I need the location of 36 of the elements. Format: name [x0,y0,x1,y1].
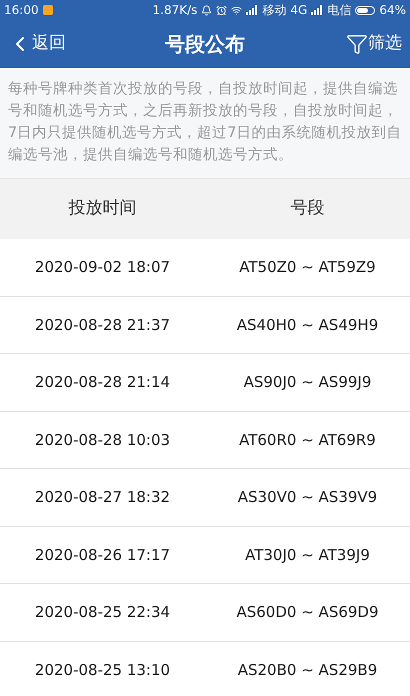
table-cell-text: AT60R0 ~ AT69R9 [238,430,377,450]
table-cell-text: 2020-08-28 21:37 [34,314,172,336]
carrier-name: 移动 [262,2,286,19]
table-cell-text: AT30J0 ~ AT39J9 [244,544,371,566]
table-cell-text: 2020-08-28 10:03 [34,430,172,450]
table-cell-text: AS40H0 ~ AS49H9 [236,314,380,336]
battery-icon [355,6,376,14]
table-cell-text: 2020-08-27 18:32 [34,487,172,508]
back-button[interactable]: 返回 [8,31,98,57]
bell-icon [201,4,212,16]
filter-button[interactable]: 筛选 [312,31,402,57]
table-cell-text: AS30V0 ~ AS39V9 [236,487,378,508]
network-type: 4G [290,2,308,19]
table-cell-text: 2020-08-26 17:17 [34,544,172,566]
filter-icon [346,33,368,55]
table-cell-text: 2020-09-02 18:07 [34,257,172,278]
signal-icon [311,5,324,15]
table-cell-text: AS90J0 ~ AS99J9 [242,372,372,393]
carrier-name: 电信 [327,2,352,19]
table-cell-text: AS20B0 ~ AS29B9 [236,660,378,680]
table-cell-text: 2020-08-25 13:10 [34,660,172,680]
table-cell-text: AS60D0 ~ AS69D9 [235,602,380,623]
notice-text: 每种号牌种类首次投放的号段，自投放时间起，提供自编选号和随机选号方式，之后再新投放的号段，自投放时间起，7日内只提供随机选号方式，超过7日的由系统随机投放到自编选号池，提供自编选号和随机选号方式。 [8,80,402,165]
page-title: 号段公布 [164,31,246,58]
column-header: 投放时间 [68,197,138,220]
app-notification-icon [42,5,53,15]
signal-icon [246,5,258,15]
table-cell-text: AT50Z0 ~ AT59Z9 [238,257,377,278]
alarm-icon [216,4,228,16]
table-cell-text: 2020-08-25 22:34 [34,602,172,623]
wifi-icon [231,4,242,16]
network-speed: 1.87K/s [152,2,198,19]
status-time: 16:00 [4,2,39,19]
battery-level: 64% [379,2,406,19]
table-cell-text: 2020-08-28 21:14 [34,372,172,393]
column-header: 号段 [290,197,326,220]
